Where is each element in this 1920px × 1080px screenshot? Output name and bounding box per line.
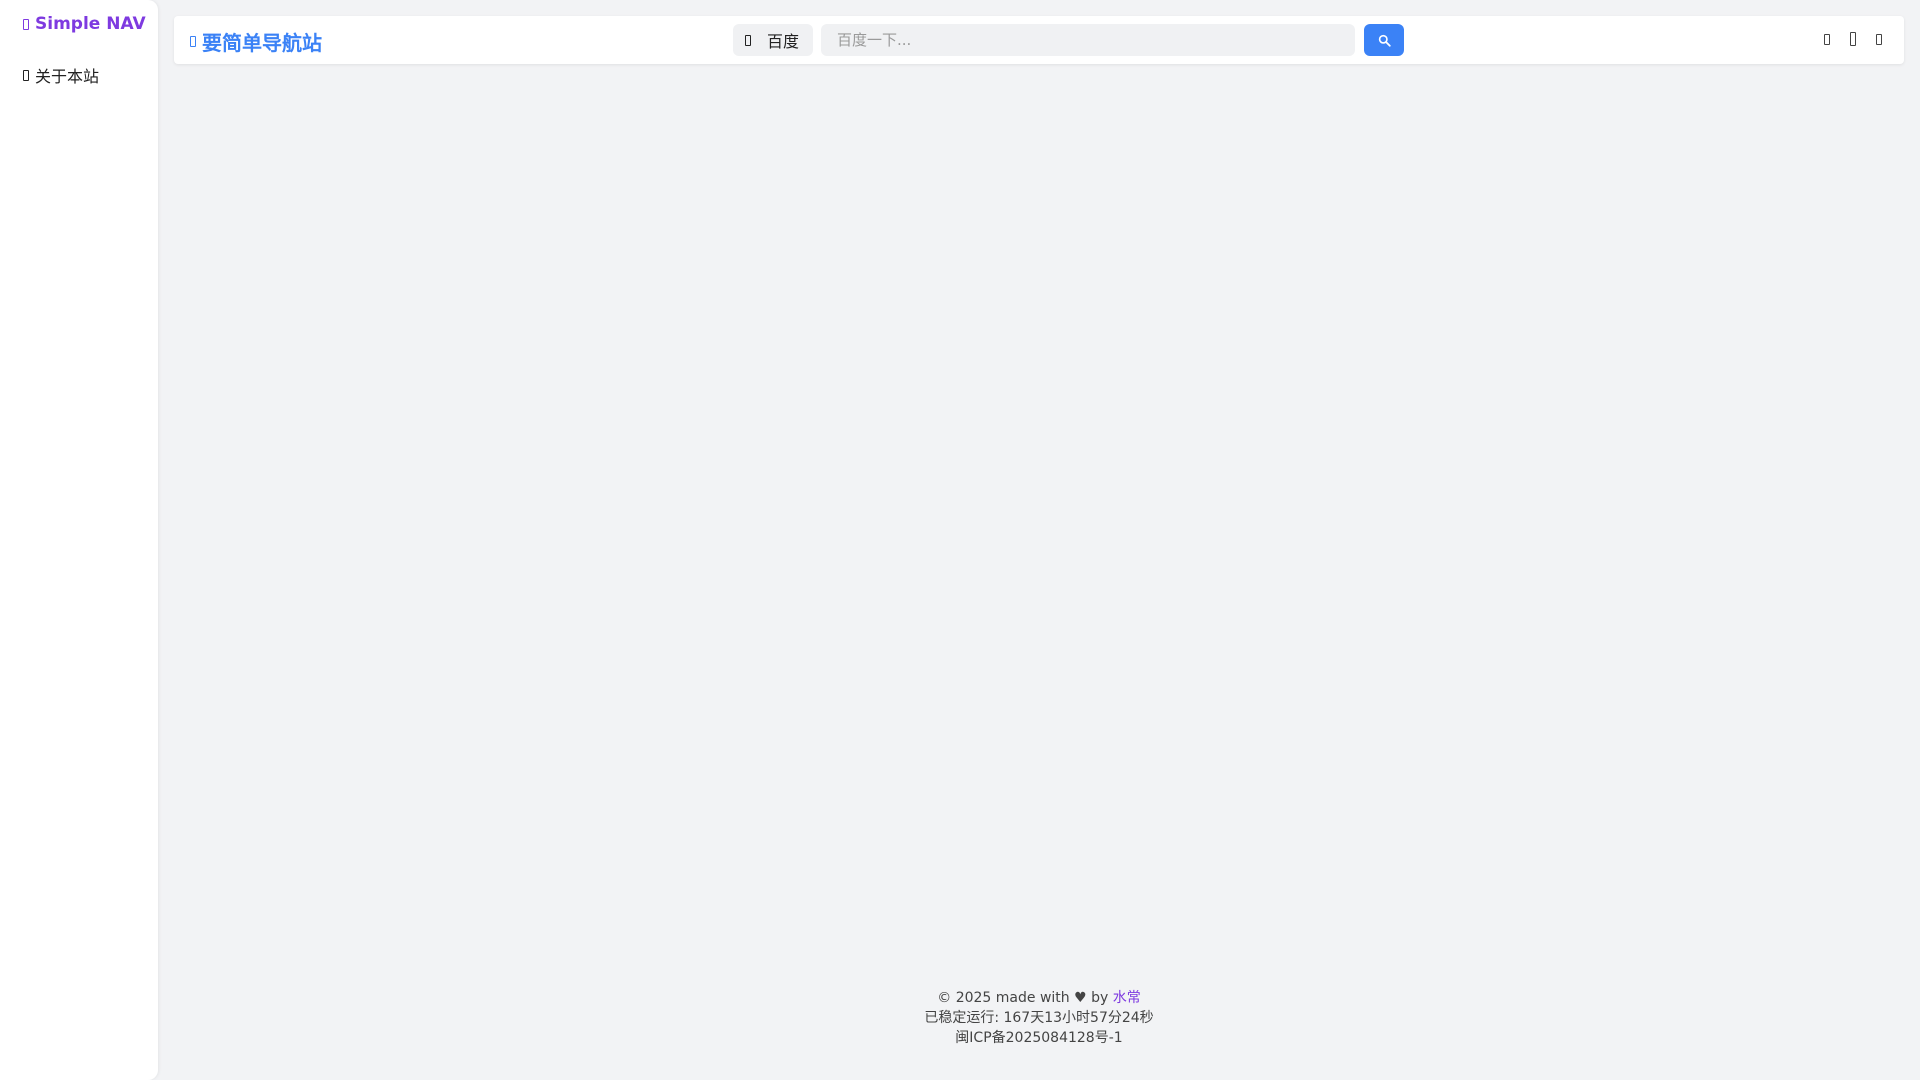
author-link[interactable]: 水常 bbox=[1113, 990, 1141, 1006]
info-icon bbox=[23, 69, 29, 81]
footer: © 2025 made with ♥ by 水常 已稳定运行: 167天13小时… bbox=[158, 988, 1920, 1048]
brand-link[interactable]: Simple NAV bbox=[23, 14, 146, 34]
compass-icon bbox=[23, 18, 29, 30]
theme-icon[interactable] bbox=[1824, 33, 1830, 45]
copyright-text: © 2025 made with ♥ by bbox=[937, 990, 1113, 1006]
brand-label: Simple NAV bbox=[35, 14, 146, 34]
sidebar: Simple NAV 关于本站 bbox=[0, 0, 158, 1080]
site-title-label: 要简单导航站 bbox=[202, 31, 322, 55]
sidebar-item-about[interactable]: 关于本站 bbox=[23, 63, 99, 87]
icp-link[interactable]: 闽ICP备2025084128号-1 bbox=[158, 1028, 1920, 1048]
mobile-icon[interactable] bbox=[1850, 32, 1856, 46]
settings-icon[interactable] bbox=[1876, 33, 1882, 45]
search-engine-label: 百度 bbox=[767, 32, 800, 51]
uptime-text: 已稳定运行: 167天13小时57分24秒 bbox=[924, 1010, 1154, 1026]
site-title[interactable]: 要简单导航站 bbox=[190, 27, 322, 56]
search-input[interactable] bbox=[821, 24, 1355, 56]
engine-icon bbox=[745, 34, 751, 46]
compass-icon bbox=[190, 36, 196, 47]
search-button[interactable] bbox=[1364, 24, 1404, 56]
copyright-line: © 2025 made with ♥ by 水常 bbox=[158, 988, 1920, 1008]
sidebar-item-label: 关于本站 bbox=[35, 67, 100, 86]
search-icon bbox=[1378, 34, 1391, 47]
header-actions bbox=[1824, 32, 1882, 46]
search-engine-select[interactable]: 百度 bbox=[733, 24, 813, 56]
top-bar: 要简单导航站 百度 bbox=[174, 16, 1904, 64]
